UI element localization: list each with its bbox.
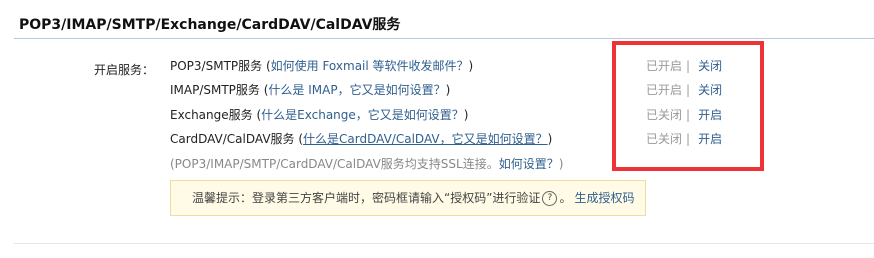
service-row-exchange: Exchange服务 (什么是Exchange，它又是如何设置？) (170, 108, 469, 122)
ssl-setup-link[interactable]: 如何设置？ (499, 157, 559, 171)
service-name: POP3/SMTP服务 (170, 59, 263, 73)
tip-box: 温馨提示：登录第三方客户端时，密码框请输入“授权码”进行验证?。生成授权码 (170, 180, 646, 216)
imap-help-link[interactable]: 什么是 IMAP，它又是如何设置？ (268, 83, 445, 97)
tip-text: 温馨提示：登录第三方客户端时，密码框请输入“授权码”进行验证 (192, 191, 541, 205)
ssl-note: (POP3/IMAP/SMTP/CardDAV/CalDAV服务均支持SSL连接… (170, 157, 564, 171)
service-row-imap-smtp: IMAP/SMTP服务 (什么是 IMAP，它又是如何设置？) (170, 83, 451, 97)
service-name: CardDAV/CalDAV服务 (170, 132, 295, 146)
exchange-help-link[interactable]: 什么是Exchange，它又是如何设置？ (261, 108, 464, 122)
carddav-help-link[interactable]: 什么是CardDAV/CalDAV，它又是如何设置？ (303, 132, 548, 146)
question-circle-icon[interactable]: ? (542, 191, 558, 206)
enable-services-label: 开启服务： (94, 63, 155, 77)
highlight-box (612, 41, 764, 171)
pop3-help-link[interactable]: 如何使用 Foxmail 等软件收发邮件？ (271, 59, 469, 73)
service-row-pop3-smtp: POP3/SMTP服务 (如何使用 Foxmail 等软件收发邮件？) (170, 59, 474, 73)
generate-auth-code-link[interactable]: 生成授权码 (574, 191, 634, 205)
section-title: POP3/IMAP/SMTP/Exchange/CardDAV/CalDAV服务 (19, 17, 401, 33)
bottom-divider (14, 243, 874, 244)
service-row-carddav-caldav: CardDAV/CalDAV服务 (什么是CardDAV/CalDAV，它又是如… (170, 132, 553, 146)
service-name: IMAP/SMTP服务 (170, 83, 260, 97)
service-name: Exchange服务 (170, 108, 253, 122)
title-divider (14, 38, 874, 39)
